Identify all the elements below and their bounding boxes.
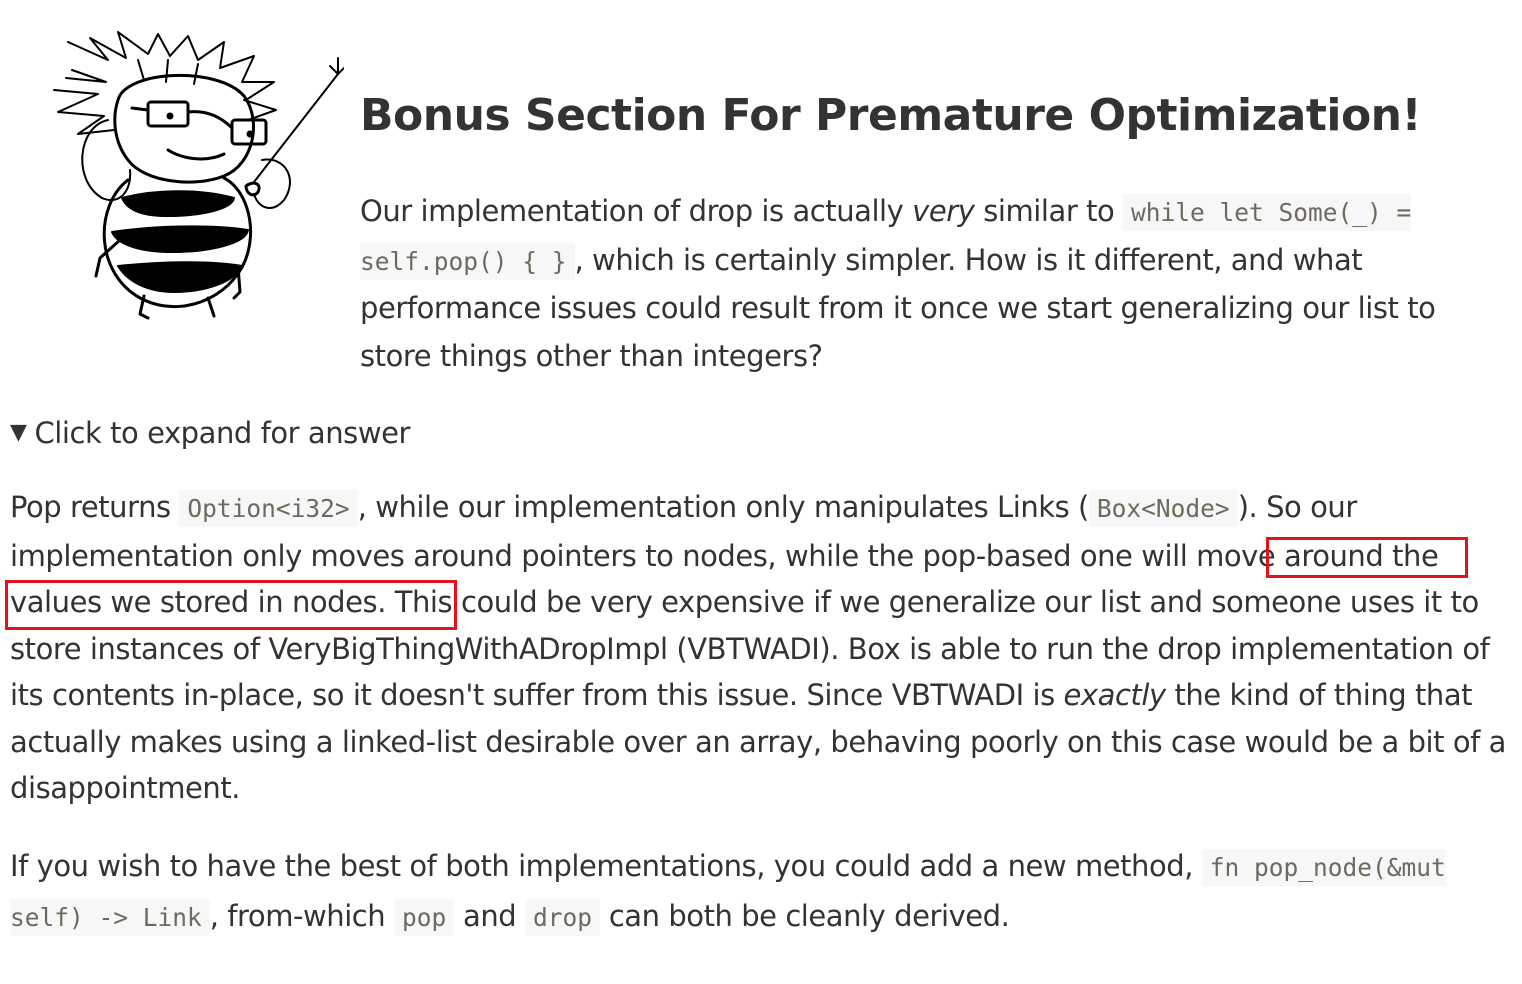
answer-paragraph-2: If you wish to have the best of both imp… <box>10 842 1515 942</box>
page-title: Bonus Section For Premature Optimization… <box>360 90 1422 141</box>
intro-text: Our implementation of drop is actually <box>360 194 913 228</box>
inline-code: Option<i32> <box>179 490 358 527</box>
inline-code: Box<Node> <box>1088 490 1238 527</box>
ferris-bee-illustration <box>53 31 344 320</box>
highlighted-text: move around <box>1196 538 1384 573</box>
intro-paragraph: Our implementation of drop is actually v… <box>360 188 1505 380</box>
intro-text: similar to <box>974 194 1124 228</box>
inline-code: pop <box>394 899 455 936</box>
answer-paragraph-1: Pop returns Option<i32>, while our imple… <box>10 484 1515 812</box>
answer-text: Pop returns <box>10 490 180 524</box>
answer-emphasis: exactly <box>1063 678 1167 712</box>
triangle-down-icon: ▼ <box>10 420 27 445</box>
answer-text: and <box>454 899 526 933</box>
expand-answer-toggle[interactable]: ▼ Click to expand for answer <box>10 408 1510 458</box>
answer-text: can both be cleanly derived. <box>600 899 1010 933</box>
answer-details: ▼ Click to expand for answer <box>10 408 1510 458</box>
answer-text: , from-which <box>209 899 395 933</box>
expand-answer-label: Click to expand for answer <box>34 416 410 450</box>
answer-text: , while our implementation only manipula… <box>357 490 1090 524</box>
inline-code: drop <box>525 899 601 936</box>
answer-text: If you wish to have the best of both imp… <box>10 849 1202 883</box>
intro-emphasis: very <box>912 194 975 228</box>
